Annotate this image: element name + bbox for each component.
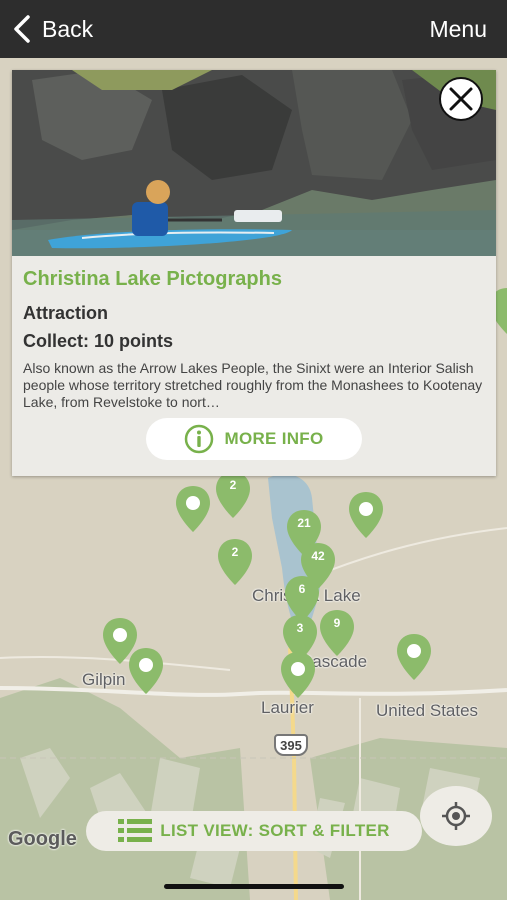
highway-shield: 395: [274, 734, 308, 756]
close-button[interactable]: [439, 77, 483, 121]
map-pin[interactable]: [176, 486, 210, 532]
pin-count: 42: [311, 549, 325, 563]
map-label-gilpin: Gilpin: [82, 670, 126, 689]
map-label-laurier: Laurier: [261, 698, 314, 717]
map-pin-icon: [349, 492, 383, 538]
map-pin[interactable]: 2: [216, 472, 250, 518]
chevron-left-icon: [14, 15, 30, 43]
map-pin[interactable]: 9: [320, 610, 354, 656]
my-location-button[interactable]: [420, 786, 492, 846]
pin-count: 21: [297, 516, 311, 530]
pin-count: 2: [231, 545, 239, 559]
more-info-label: MORE INFO: [224, 429, 324, 448]
more-info-button[interactable]: MORE INFO: [146, 418, 362, 460]
attraction-card: Christina Lake Pictographs Attraction Co…: [12, 70, 496, 476]
map-pin-icon: [176, 486, 210, 532]
pin-count: 9: [333, 616, 341, 630]
map-pin[interactable]: 2: [218, 539, 252, 585]
map-label-united-states: United States: [376, 701, 479, 720]
close-icon: [449, 87, 473, 111]
map-pin-icon: [397, 634, 431, 680]
map-pin[interactable]: [349, 492, 383, 538]
menu-button[interactable]: Menu: [429, 16, 487, 43]
back-button[interactable]: Back: [12, 15, 93, 43]
map-pin[interactable]: [129, 648, 163, 694]
pin-count: 3: [296, 621, 304, 635]
attraction-photo: [12, 70, 496, 256]
map-pin-icon: [281, 652, 315, 698]
crosshair-icon: [442, 802, 470, 830]
top-bar: Back Menu: [0, 0, 507, 58]
list-view-label: LIST VIEW: SORT & FILTER: [160, 821, 390, 840]
home-indicator: [164, 884, 344, 889]
attraction-title: Christina Lake Pictographs: [23, 268, 282, 290]
map-pin[interactable]: [397, 634, 431, 680]
back-label: Back: [42, 15, 94, 42]
list-view-button[interactable]: LIST VIEW: SORT & FILTER: [86, 811, 422, 851]
list-icon: [118, 819, 153, 842]
google-logo: Google: [8, 828, 77, 850]
pin-count: 6: [298, 582, 306, 596]
pin-count: 2: [229, 478, 237, 492]
map-pin[interactable]: [281, 652, 315, 698]
info-icon: [185, 424, 214, 454]
map-pin-icon: [129, 648, 163, 694]
attraction-description: Also known as the Arrow Lakes People, th…: [23, 360, 483, 410]
attraction-points: Collect: 10 points: [23, 331, 174, 351]
attraction-category: Attraction: [23, 303, 108, 323]
